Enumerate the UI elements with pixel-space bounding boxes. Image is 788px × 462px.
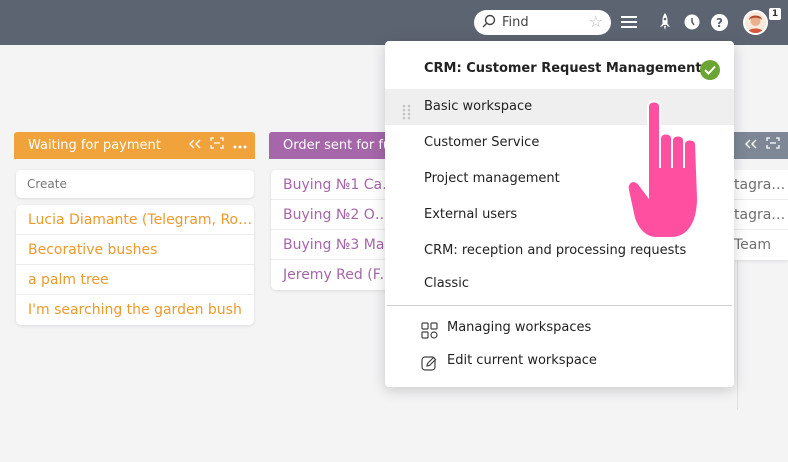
column-divider	[737, 260, 738, 410]
svg-text:?: ?	[716, 16, 723, 30]
column-header-third[interactable]	[730, 132, 788, 159]
menu-item-label: Classic	[424, 276, 469, 291]
column-title: Order sent for fulfillment	[283, 138, 399, 153]
grid-settings-icon	[421, 319, 438, 339]
list-item[interactable]: a palm tree	[16, 265, 254, 295]
pointing-hand-icon	[626, 98, 726, 258]
avatar[interactable]	[743, 10, 768, 35]
drag-handle-icon[interactable]	[402, 99, 412, 120]
list-item[interactable]: Lucia Diamante (Telegram, Rocket.Chat)	[16, 205, 254, 235]
list-item[interactable]: Buying №2 Owen	[271, 200, 399, 230]
menu-divider	[387, 305, 732, 306]
list-item[interactable]: tagram)	[734, 170, 788, 200]
list-item[interactable]: I'm searching the garden bush	[16, 295, 254, 325]
search-box[interactable]: Find ☆	[474, 10, 611, 35]
action-label: Managing workspaces	[447, 320, 592, 335]
column-header-order-sent[interactable]: Order sent for fulfillment	[269, 132, 399, 159]
column-title: Waiting for payment	[28, 138, 161, 153]
menu-item-label: Customer Service	[424, 135, 540, 150]
create-card-button[interactable]: Create	[16, 170, 254, 198]
list-item[interactable]: Buying №1 Caravan	[271, 170, 399, 200]
list-item[interactable]: Jeremy Red (Facebook)	[271, 260, 399, 290]
current-workspace-title: CRM: Customer Request Management	[424, 61, 702, 76]
rocket-icon[interactable]	[655, 12, 675, 32]
menu-item-label: External users	[424, 207, 518, 222]
search-input[interactable]: Find	[502, 15, 529, 30]
menu-item-label: Basic workspace	[424, 99, 533, 114]
select-icon[interactable]	[210, 132, 224, 159]
list-item[interactable]: Team	[734, 230, 788, 260]
select-icon[interactable]	[766, 132, 780, 159]
hamburger-menu-icon[interactable]	[619, 12, 639, 32]
menu-item-label: Project management	[424, 171, 560, 186]
managing-workspaces-button[interactable]: Managing workspaces	[385, 311, 734, 344]
top-bar: Find ☆ ? 1	[0, 0, 788, 45]
collapse-icon[interactable]	[745, 132, 757, 159]
menu-item-classic[interactable]: Classic	[385, 266, 734, 302]
card-list-partial: tagram) tagram) Team	[734, 170, 788, 260]
card-list: Buying №1 Caravan Buying №2 Owen Buying …	[271, 170, 399, 290]
notification-badge: 1	[769, 8, 781, 20]
timer-icon[interactable]	[682, 12, 702, 32]
help-icon[interactable]: ?	[709, 12, 729, 32]
list-item[interactable]: Buying №3 Mark	[271, 230, 399, 260]
more-icon[interactable]	[233, 132, 247, 159]
check-icon	[700, 60, 720, 80]
column-header-waiting-for-payment[interactable]: Waiting for payment	[14, 132, 255, 159]
edit-workspace-button[interactable]: Edit current workspace	[385, 344, 734, 377]
list-item[interactable]: tagram)	[734, 200, 788, 230]
search-icon	[482, 14, 496, 32]
card-list: Lucia Diamante (Telegram, Rocket.Chat) B…	[16, 205, 254, 325]
list-item[interactable]: Becorative bushes	[16, 235, 254, 265]
collapse-icon[interactable]	[189, 132, 201, 159]
star-icon[interactable]: ☆	[589, 13, 603, 31]
action-label: Edit current workspace	[447, 353, 597, 368]
pencil-icon	[421, 352, 438, 371]
